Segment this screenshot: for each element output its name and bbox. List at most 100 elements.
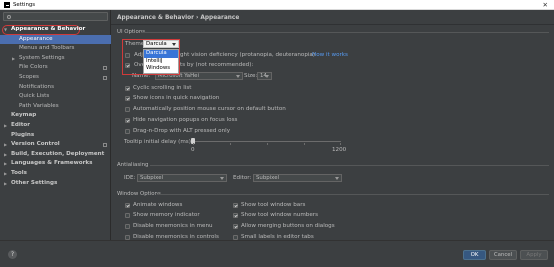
divider <box>141 32 549 33</box>
search-icon <box>7 14 11 19</box>
ok-button[interactable]: OK <box>463 250 486 260</box>
animate-windows-checkbox[interactable] <box>125 203 130 208</box>
show-tool-window-bars-checkbox[interactable] <box>233 203 238 208</box>
tree-item-path-variables[interactable]: Path Variables <box>0 102 111 112</box>
tree-item-appearance[interactable]: Appearance <box>0 34 111 45</box>
cyclic-scrolling-checkbox[interactable] <box>125 86 130 91</box>
how-it-works-link[interactable]: How it works <box>312 52 348 58</box>
tree-item-label: Plugins <box>11 131 35 138</box>
tooltip-max-label: 1200 <box>332 147 347 153</box>
theme-option[interactable]: IntelliJ <box>144 58 178 66</box>
tree-item-label: Version Control <box>11 141 60 148</box>
tree-item-label: Quick Lists <box>19 93 50 100</box>
chevron-down-icon <box>236 75 240 78</box>
project-settings-icon <box>103 66 107 71</box>
chevron-right-icon[interactable]: ▶ <box>4 150 7 160</box>
ide-aa-label: IDE: <box>124 175 136 181</box>
show-tool-window-bars-label: Show tool window bars <box>241 202 306 208</box>
sidebar-search-input[interactable] <box>3 12 108 21</box>
tree-item-label: Appearance <box>19 35 53 42</box>
tree-item-label: Keymap <box>11 112 37 119</box>
hide-nav-popups-checkbox[interactable] <box>125 118 130 123</box>
help-button[interactable]: ? <box>8 250 17 259</box>
tree-item-plugins[interactable]: Plugins <box>0 131 111 141</box>
chevron-right-icon[interactable]: ▶ <box>4 140 7 150</box>
theme-select[interactable]: Darcula <box>143 40 179 48</box>
chevron-down-icon <box>172 43 176 46</box>
disable-mnemonics-menu-checkbox[interactable] <box>125 224 130 229</box>
allow-merging-buttons-checkbox[interactable] <box>233 224 238 229</box>
animate-windows-label: Animate windows <box>133 202 183 208</box>
theme-option[interactable]: Windows <box>144 65 178 73</box>
cyclic-scrolling-label: Cyclic scrolling in list <box>133 85 192 91</box>
tooltip-delay-slider-track[interactable] <box>193 141 341 142</box>
auto-position-cursor-checkbox[interactable] <box>125 107 130 112</box>
adjust-colors-label: ght vision deficiency (protanopia, deute… <box>180 52 316 58</box>
chevron-right-icon[interactable]: ▶ <box>4 159 7 169</box>
chevron-right-icon[interactable]: ▶ <box>4 179 7 189</box>
tree-item-keymap[interactable]: Keymap <box>0 111 111 121</box>
breadcrumb: Appearance & Behavior › Appearance <box>117 15 240 21</box>
title-bar: Settings ✕ <box>0 0 554 10</box>
override-fonts-checkbox[interactable] <box>125 63 130 68</box>
allow-merging-buttons-label: Allow merging buttons on dialogs <box>241 223 335 229</box>
editor-aa-select[interactable]: Subpixel <box>253 174 342 182</box>
slider-tick <box>340 143 341 145</box>
tree-item-appearance-behavior[interactable]: ▼ Appearance & Behavior <box>0 25 111 35</box>
show-icons-nav-label: Show icons in quick navigation <box>133 95 220 101</box>
drag-n-drop-alt-checkbox[interactable] <box>125 129 130 134</box>
font-size-label: Size: <box>244 73 258 79</box>
window-title: Settings <box>13 1 36 8</box>
show-memory-checkbox[interactable] <box>125 213 130 218</box>
tree-item-label: Build, Execution, Deployment <box>11 150 105 157</box>
project-settings-icon <box>103 143 107 148</box>
tree-item-label: Scopes <box>19 73 39 80</box>
editor-aa-label: Editor: <box>233 175 252 181</box>
show-tool-window-numbers-checkbox[interactable] <box>233 213 238 218</box>
tree-item-label: Notifications <box>19 83 55 90</box>
chevron-down-icon <box>220 177 224 180</box>
tree-item-notifications[interactable]: Notifications <box>0 83 111 93</box>
show-icons-nav-checkbox[interactable] <box>125 96 130 101</box>
drag-n-drop-alt-label: Drag-n-Drop with ALT pressed only <box>133 128 231 134</box>
adjust-colors-checkbox[interactable] <box>125 53 130 58</box>
theme-dropdown-list: Darcula IntelliJ Windows <box>143 49 179 74</box>
font-size-select[interactable]: 14 <box>257 72 272 80</box>
window-options-title: Window Options <box>117 191 161 197</box>
chevron-right-icon[interactable]: ▶ <box>4 169 7 179</box>
tree-item-system-settings[interactable]: ▶ System Settings <box>0 54 111 64</box>
apply-button[interactable]: Apply <box>520 250 548 260</box>
tree-item-label: System Settings <box>19 54 65 61</box>
ide-aa-select[interactable]: Subpixel <box>137 174 227 182</box>
tree-item-label: Path Variables <box>19 102 59 109</box>
cancel-button[interactable]: Cancel <box>489 250 517 260</box>
override-fonts-label: ts by (not recommended): <box>180 62 254 68</box>
tree-item-other-settings[interactable]: ▶ Other Settings <box>0 179 111 189</box>
tree-item-scopes[interactable]: Scopes <box>0 73 111 83</box>
tree-item-version-control[interactable]: ▶ Version Control <box>0 140 111 150</box>
divider <box>150 165 549 166</box>
theme-option[interactable]: Darcula <box>144 50 178 58</box>
tree-item-quick-lists[interactable]: Quick Lists <box>0 92 111 102</box>
tree-item-build-execution[interactable]: ▶ Build, Execution, Deployment <box>0 150 111 160</box>
tree-item-editor[interactable]: ▶ Editor <box>0 121 111 131</box>
theme-select-value: Darcula <box>146 41 167 47</box>
ide-aa-value: Subpixel <box>140 175 164 181</box>
show-memory-label: Show memory indicator <box>133 212 200 218</box>
tree-item-label: Appearance & Behavior <box>11 26 86 32</box>
chevron-down-icon <box>335 177 339 180</box>
dialog-footer: ? OK Cancel Apply <box>0 240 554 267</box>
close-icon[interactable]: ✕ <box>543 1 548 9</box>
slider-tick <box>230 143 231 145</box>
divider <box>157 194 549 195</box>
tree-item-file-colors[interactable]: File Colors <box>0 63 111 73</box>
tree-item-tools[interactable]: ▶ Tools <box>0 169 111 179</box>
chevron-right-icon[interactable]: ▶ <box>12 54 15 64</box>
divider <box>111 24 554 25</box>
chevron-down-icon[interactable]: ▼ <box>4 25 7 35</box>
tree-item-menus-toolbars[interactable]: Menus and Toolbars <box>0 44 111 54</box>
chevron-right-icon[interactable]: ▶ <box>4 121 7 131</box>
tooltip-delay-label: Tooltip initial delay (ms): <box>124 139 193 145</box>
tree-item-languages-frameworks[interactable]: ▶ Languages & Frameworks <box>0 159 111 169</box>
slider-tick <box>193 143 194 145</box>
